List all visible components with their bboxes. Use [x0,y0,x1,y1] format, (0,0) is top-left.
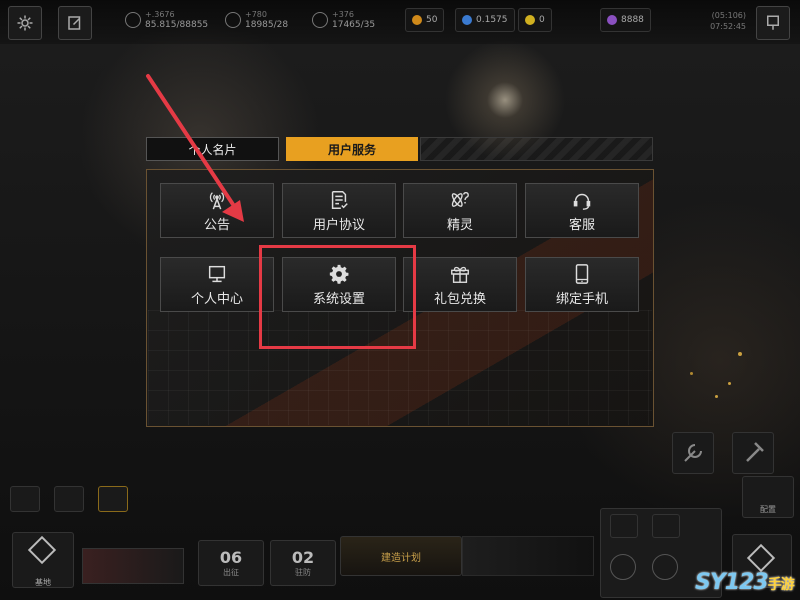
quick-action-2[interactable] [652,514,680,538]
wrench-icon [684,444,702,462]
spark-particle [738,352,742,356]
base-button[interactable]: 基地 [12,532,74,588]
base-label: 基地 [35,578,51,587]
quick-action-4[interactable] [652,554,678,580]
queue-banner[interactable] [82,548,184,584]
quick-action-3[interactable] [610,554,636,580]
garrison-label: 驻防 [295,568,311,577]
garrison-stat[interactable]: 02 驻防 [270,540,336,586]
highlight-box [259,245,416,349]
march-count: 06 [219,548,243,567]
hammer-button[interactable] [732,432,774,474]
hammer-icon [746,442,764,462]
build-plan-button[interactable]: 建造计划 [340,536,462,576]
base-diamond-icon [27,535,57,565]
mail-button[interactable] [10,486,40,512]
spark-particle [728,382,731,385]
march-label: 出征 [223,568,239,577]
chat-button[interactable] [54,486,84,512]
spark-particle [690,372,693,375]
tool-button[interactable] [672,432,714,474]
build-progress-bar [462,536,594,576]
shield-button[interactable] [98,486,128,512]
march-stat[interactable]: 06 出征 [198,540,264,586]
config-button[interactable]: 配置 [742,476,794,518]
spark-particle [715,395,718,398]
site-watermark: SY123手游 [695,570,795,595]
watermark-main: SY123 [695,570,769,595]
watermark-suffix: 手游 [767,577,795,593]
config-label: 配置 [760,505,776,514]
garrison-count: 02 [291,548,315,567]
quick-action-1[interactable] [610,514,638,538]
